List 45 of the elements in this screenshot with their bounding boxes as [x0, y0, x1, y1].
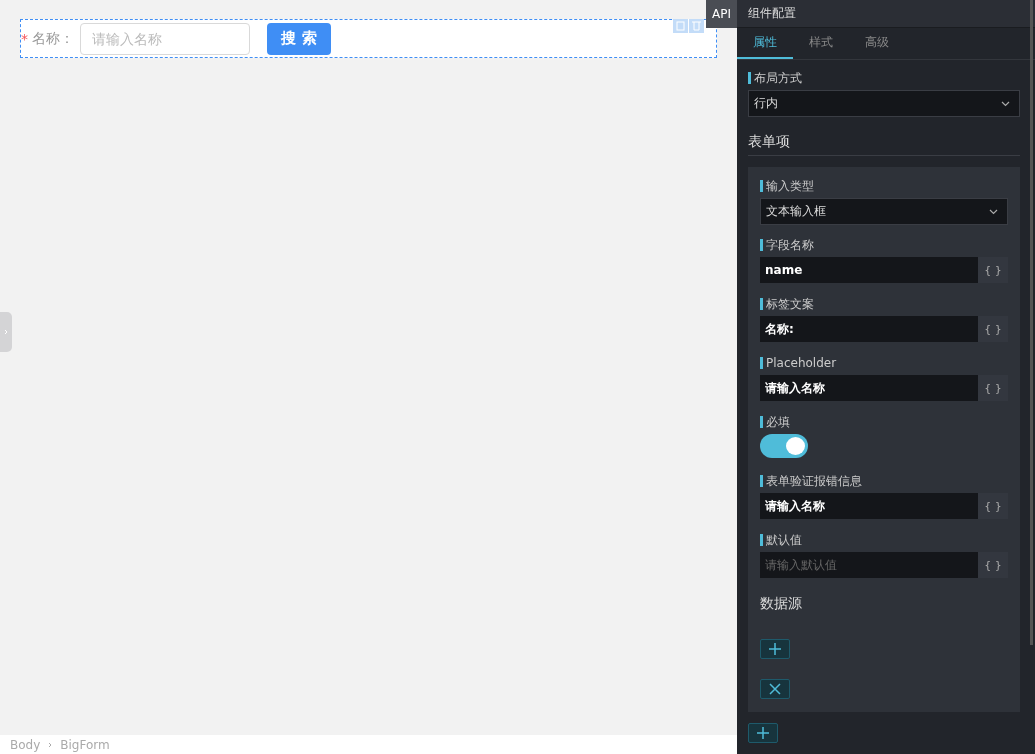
expression-button[interactable]: { }	[978, 257, 1008, 283]
expression-button[interactable]: { }	[978, 375, 1008, 401]
section-title: 表单项	[748, 117, 1020, 156]
field-label: 必填	[760, 416, 1008, 428]
name-label: 名称：	[32, 29, 74, 48]
input-field[interactable]: 请输入名称	[760, 493, 978, 519]
chevron-right-icon	[48, 741, 53, 748]
input-field[interactable]: 请输入名称	[760, 375, 978, 401]
add-button[interactable]	[748, 723, 778, 743]
panel-tab[interactable]: 高级	[849, 28, 905, 59]
type-select[interactable]: 文本输入框	[760, 198, 1008, 225]
field-label: Placeholder	[760, 357, 1008, 369]
remove-button[interactable]	[760, 679, 790, 699]
input-field[interactable]: name	[760, 257, 978, 283]
field-label: 标签文案	[760, 298, 1008, 310]
sidebar-handle[interactable]	[0, 312, 12, 352]
field-label: 表单验证报错信息	[760, 475, 1008, 487]
field-label: 默认值	[760, 534, 1008, 546]
field-label: 输入类型	[760, 180, 1008, 192]
field-label: 布局方式	[748, 72, 1020, 84]
name-input[interactable]: 请输入名称	[80, 22, 250, 55]
close-icon	[768, 682, 782, 696]
input-field[interactable]: 请输入默认值	[760, 552, 978, 578]
select-value: 文本输入框	[766, 203, 826, 220]
required-mark: *	[21, 30, 28, 47]
panel-title: 组件配置	[737, 0, 1035, 28]
panel-tab[interactable]: 属性	[737, 28, 793, 59]
expression-button[interactable]: { }	[978, 493, 1008, 519]
plus-icon	[756, 726, 770, 740]
api-tab[interactable]: API	[706, 0, 737, 28]
expression-button[interactable]: { }	[978, 552, 1008, 578]
chevron-right-icon	[4, 329, 8, 335]
panel-tab[interactable]: 样式	[793, 28, 849, 59]
add-button[interactable]	[760, 639, 790, 659]
plus-icon	[768, 642, 782, 656]
search-button[interactable]: 搜 索	[267, 22, 331, 55]
required-toggle[interactable]	[760, 434, 808, 458]
input-field[interactable]: 名称:	[760, 316, 978, 342]
chevron-down-icon	[1001, 100, 1010, 107]
expression-button[interactable]: { }	[978, 316, 1008, 342]
field-label: 字段名称	[760, 239, 1008, 251]
section-title: 数据源	[760, 594, 803, 613]
select-value: 行内	[754, 95, 778, 112]
layout-select[interactable]: 行内	[748, 90, 1020, 117]
chevron-down-icon	[989, 208, 998, 215]
